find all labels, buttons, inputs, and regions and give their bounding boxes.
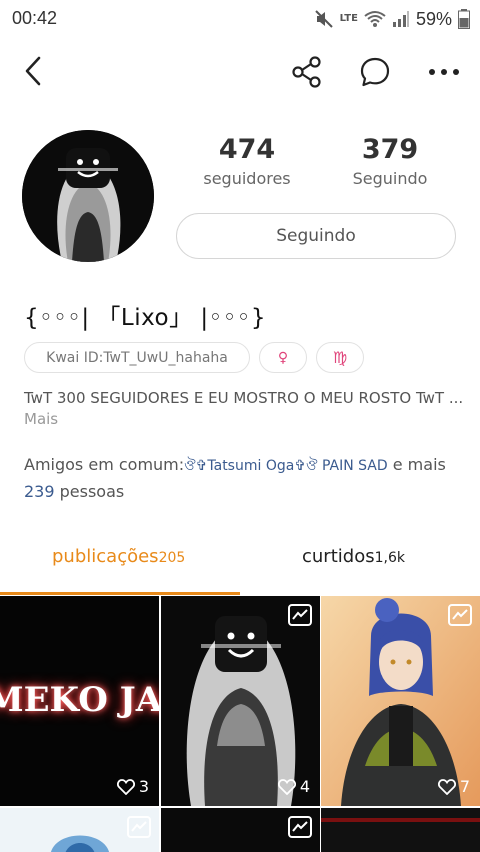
mutual-mid: e mais (387, 455, 446, 474)
mute-icon (314, 10, 333, 28)
like-count: 3 (116, 777, 149, 796)
back-arrow-icon (25, 56, 41, 86)
bio-more-link[interactable]: Mais (24, 410, 58, 428)
followers-label: seguidores (203, 169, 291, 188)
profile-avatar[interactable] (22, 130, 154, 262)
trend-badge-icon (288, 604, 312, 626)
tab-liked[interactable]: curtidos1,6k (302, 546, 405, 567)
post-thumbnail (321, 808, 480, 852)
trend-badge-icon (288, 816, 312, 838)
bio: TwT 300 SEGUIDORES E EU MOSTRO O MEU ROS… (24, 388, 464, 430)
tab-posts-count: 205 (158, 550, 186, 566)
post-thumbnail (321, 596, 480, 806)
status-bar: 00:42 LTE 59% (0, 0, 480, 38)
kwai-id-chip[interactable]: Kwai ID:TwT_UwU_hahaha (24, 342, 250, 373)
grid-item[interactable]: 4 (161, 596, 320, 806)
grid-item[interactable] (161, 808, 320, 852)
lte-icon: LTE (339, 13, 358, 24)
mutual-friends[interactable]: Amigos em comum:ঔ✞Tatsumi Oga✞ঔ PAIN SAD… (24, 452, 464, 505)
tab-posts-label: publicações (52, 546, 159, 567)
like-count: 7 (437, 777, 470, 796)
trend-badge-icon (448, 604, 472, 626)
avatar-image (22, 130, 154, 262)
like-count-value: 7 (459, 777, 470, 796)
trend-badge-icon (127, 816, 151, 838)
battery-percent: 59% (415, 8, 452, 29)
like-count-value: 4 (299, 777, 310, 796)
mutual-count: 239 (24, 482, 55, 501)
mutual-suffix: pessoas (54, 482, 125, 501)
like-count-value: 3 (138, 777, 149, 796)
post-overlay-text: MEKO JAB (0, 680, 159, 720)
display-name: {◦◦◦| 「Lixo」 |◦◦◦} (24, 305, 266, 331)
battery-icon (458, 9, 470, 29)
followers-stat[interactable]: 474 seguidores (187, 134, 307, 188)
signal-icon (392, 11, 409, 27)
mutual-friend-names: ঔ✞Tatsumi Oga✞ঔ PAIN SAD (184, 458, 388, 474)
followers-count: 474 (218, 134, 276, 165)
bio-text: TwT 300 SEGUIDORES E EU MOSTRO O MEU ROS… (24, 389, 464, 407)
following-label: Seguindo (352, 169, 428, 188)
like-count: 4 (277, 777, 310, 796)
wifi-icon (364, 11, 386, 27)
active-tab-indicator (0, 592, 240, 595)
grid-item[interactable] (0, 808, 159, 852)
back-button[interactable] (14, 52, 52, 90)
following-stat[interactable]: 379 Seguindo (330, 134, 450, 188)
grid-item[interactable] (321, 808, 480, 852)
tab-liked-label: curtidos (302, 546, 375, 567)
following-count: 379 (361, 134, 419, 165)
zodiac-chip: ♍ (316, 342, 364, 373)
heart-icon (437, 778, 456, 795)
mutual-prefix: Amigos em comum: (24, 455, 185, 474)
clock: 00:42 (12, 8, 58, 28)
post-thumbnail (161, 596, 320, 806)
status-icons: LTE 59% (314, 6, 470, 32)
heart-icon (116, 778, 135, 795)
following-button[interactable]: Seguindo (176, 213, 456, 259)
heart-icon (277, 778, 296, 795)
chat-bubble-icon (360, 57, 390, 87)
share-button[interactable] (287, 52, 327, 92)
top-bar (0, 44, 480, 98)
gender-chip: ♀ (259, 342, 307, 373)
share-icon (292, 56, 321, 88)
tab-posts[interactable]: publicações205 (52, 546, 185, 567)
virgo-icon: ♍ (332, 348, 348, 367)
message-button[interactable] (355, 52, 395, 92)
grid-item[interactable]: 7 (321, 596, 480, 806)
grid-item[interactable]: MEKO JAB 3 (0, 596, 159, 806)
female-icon: ♀ (277, 349, 289, 366)
more-options-button[interactable] (422, 52, 466, 92)
more-dots-icon (429, 69, 459, 75)
tab-liked-count: 1,6k (374, 550, 405, 566)
